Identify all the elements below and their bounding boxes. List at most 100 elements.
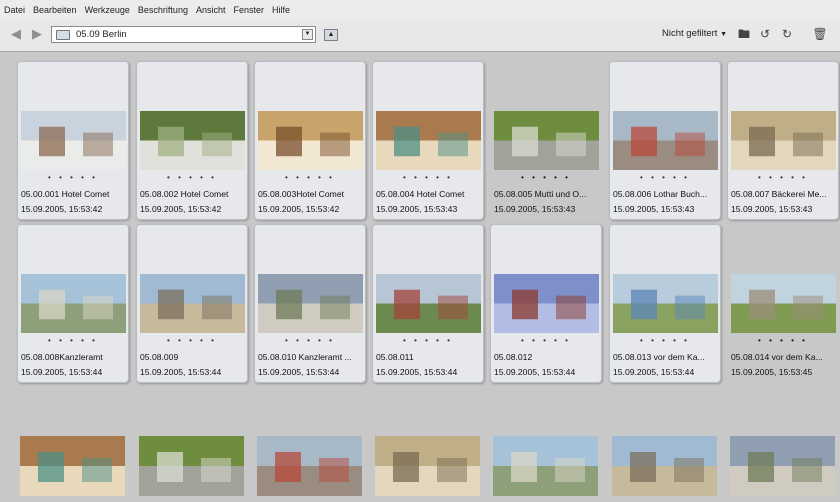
thumbnail-date: 15.09.2005, 15:53:42: [140, 204, 222, 214]
rating-dots[interactable]: • • • • •: [491, 336, 601, 345]
rating-dots[interactable]: • • • • •: [373, 336, 483, 345]
rotate-left-icon[interactable]: ↺: [757, 26, 773, 42]
rating-dots[interactable]: • • • • •: [610, 173, 720, 182]
thumbnail-date: 15.09.2005, 15:53:44: [21, 367, 103, 377]
thumbnail-title: 05.08.010 Kanzleramt ...: [258, 352, 352, 362]
photo-thumbnail[interactable]: [731, 111, 836, 170]
photo-thumbnail[interactable]: [376, 111, 481, 170]
thumbnail-card[interactable]: • • • • • 05.08.010 Kanzleramt ... 15.09.2…: [254, 224, 366, 383]
thumbnail-card[interactable]: • • • • • 05.08.002 Hotel Comet 15.09.2005…: [136, 61, 248, 220]
menu-bearbeiten[interactable]: Bearbeiten: [29, 5, 81, 15]
thumbnail-date: 15.09.2005, 15:53:44: [376, 367, 458, 377]
rating-dots[interactable]: • • • • •: [255, 336, 365, 345]
thumbnail-title: 05.08.007 Bäckerei Me...: [731, 189, 827, 199]
thumbnail-date: 15.09.2005, 15:53:44: [140, 367, 222, 377]
thumbnail-title: 05.08.004 Hotel Comet: [376, 189, 465, 199]
thumbnail-title: 05.08.012: [494, 352, 533, 362]
thumbnail-date: 15.09.2005, 15:53:43: [376, 204, 458, 214]
thumbnail-grid: • • • • • 05.00.001 Hotel Comet 15.09.2005…: [0, 52, 840, 502]
rating-dots[interactable]: • • • • •: [728, 336, 838, 345]
photo-thumbnail[interactable]: [21, 111, 126, 170]
rating-dots[interactable]: • • • • •: [610, 336, 720, 345]
menu-hilfe[interactable]: Hilfe: [268, 5, 294, 15]
thumbnail-date: 15.09.2005, 15:53:42: [21, 204, 103, 214]
thumbnail-title: 05.08.009: [140, 352, 179, 362]
trash-icon[interactable]: 🗑: [812, 26, 828, 42]
menu-ansicht[interactable]: Ansicht: [192, 5, 230, 15]
thumbnail-title: 05.08.005 Mutti und O...: [494, 189, 587, 199]
thumbnail-card[interactable]: • • • • • 05.08.011 15.09.2005, 15:53:44: [372, 224, 484, 383]
thumbnail-date: 15.09.2005, 15:53:43: [613, 204, 695, 214]
rating-dots[interactable]: • • • • •: [137, 336, 247, 345]
thumbnail-title: 05.00.001 Hotel Comet: [21, 189, 110, 199]
rating-dots[interactable]: • • • • •: [18, 336, 128, 345]
thumbnail-date: 15.09.2005, 15:53:45: [731, 367, 813, 377]
thumbnail-card[interactable]: • • • • • 05.08.013 vor dem Ka... 15.09.20…: [609, 224, 721, 383]
thumbnail-card[interactable]: • • • • • 05.08.009 15.09.2005, 15:53:44: [136, 224, 248, 383]
toolbar: ◀ ▶ 05.09 Berlin ▼ ▲ Nicht gefiltert ▼ 🖿…: [0, 20, 840, 52]
chevron-down-icon[interactable]: ▼: [302, 29, 313, 40]
thumbnail-date: 15.09.2005, 15:53:42: [258, 204, 340, 214]
new-folder-icon[interactable]: 🖿: [736, 26, 752, 42]
rating-dots[interactable]: • • • • •: [18, 173, 128, 182]
photo-thumbnail[interactable]: [731, 274, 836, 333]
menu-bar: Datei Bearbeiten Werkzeuge Beschriftung …: [0, 0, 840, 20]
photo-thumbnail[interactable]: [258, 274, 363, 333]
thumbnail-date: 15.09.2005, 15:53:43: [731, 204, 813, 214]
photo-thumbnail[interactable]: [258, 111, 363, 170]
thumbnail-card[interactable]: • • • • • 05.08.006 Lothar Buch... 15.09.2…: [609, 61, 721, 220]
photo-thumbnail[interactable]: [494, 274, 599, 333]
menu-datei[interactable]: Datei: [0, 5, 29, 15]
thumbnail-card[interactable]: • • • • • 05.08.007 Bäckerei Me... 15.09.2…: [727, 61, 839, 220]
rating-dots[interactable]: • • • • •: [373, 173, 483, 182]
folder-up-icon[interactable]: ▲: [324, 29, 338, 41]
photo-thumbnail[interactable]: [376, 274, 481, 333]
thumbnail-title: 05.08.008Kanzleramt: [21, 352, 103, 362]
thumbnail-title: 05.08.002 Hotel Comet: [140, 189, 229, 199]
thumbnail-date: 15.09.2005, 15:53:43: [494, 204, 576, 214]
chevron-down-icon: ▼: [720, 31, 728, 38]
rotate-right-icon[interactable]: ↻: [779, 26, 795, 42]
thumbnail-card[interactable]: • • • • • 05.08.005 Mutti und O... 15.09.2…: [490, 61, 602, 220]
rating-dots[interactable]: • • • • •: [255, 173, 365, 182]
photo-thumbnail[interactable]: [140, 111, 245, 170]
photo-thumbnail[interactable]: [494, 111, 599, 170]
photo-thumbnail[interactable]: [257, 436, 362, 496]
photo-thumbnail[interactable]: [375, 436, 480, 496]
thumbnail-title: 05.08.013 vor dem Ka...: [613, 352, 705, 362]
rating-dots[interactable]: • • • • •: [491, 173, 601, 182]
photo-thumbnail[interactable]: [612, 436, 717, 496]
thumbnail-date: 15.09.2005, 15:53:44: [494, 367, 576, 377]
photo-thumbnail[interactable]: [493, 436, 598, 496]
thumbnail-card[interactable]: • • • • • 05.08.012 15.09.2005, 15:53:44: [490, 224, 602, 383]
photo-thumbnail[interactable]: [613, 111, 718, 170]
thumbnail-title: 05.08.011: [376, 352, 414, 362]
thumbnail-title: 05.08.006 Lothar Buch...: [613, 189, 708, 199]
filter-dropdown[interactable]: Nicht gefiltert ▼: [662, 28, 727, 39]
thumbnail-card[interactable]: • • • • • 05.08.003Hotel Comet 15.09.2005,…: [254, 61, 366, 220]
forward-arrow-icon[interactable]: ▶: [30, 27, 44, 41]
menu-beschriftung[interactable]: Beschriftung: [134, 5, 192, 15]
thumbnail-title: 05.08.003Hotel Comet: [258, 189, 344, 199]
back-arrow-icon[interactable]: ◀: [9, 27, 23, 41]
photo-thumbnail[interactable]: [21, 274, 126, 333]
thumbnail-date: 15.09.2005, 15:53:44: [258, 367, 340, 377]
photo-thumbnail[interactable]: [613, 274, 718, 333]
thumbnail-card[interactable]: • • • • • 05.08.008Kanzleramt 15.09.2005, …: [17, 224, 129, 383]
photo-thumbnail[interactable]: [139, 436, 244, 496]
thumbnail-card[interactable]: • • • • • 05.08.014 vor dem Ka... 15.09.20…: [727, 224, 839, 383]
photo-thumbnail[interactable]: [730, 436, 835, 496]
path-value: 05.09 Berlin: [76, 29, 127, 40]
menu-werkzeuge[interactable]: Werkzeuge: [81, 5, 134, 15]
photo-thumbnail[interactable]: [140, 274, 245, 333]
folder-icon: [56, 30, 70, 40]
filter-label: Nicht gefiltert: [662, 28, 718, 39]
thumbnail-card[interactable]: • • • • • 05.08.004 Hotel Comet 15.09.2005…: [372, 61, 484, 220]
path-selector[interactable]: 05.09 Berlin ▼: [51, 26, 316, 43]
menu-fenster[interactable]: Fenster: [229, 5, 268, 15]
rating-dots[interactable]: • • • • •: [137, 173, 247, 182]
photo-thumbnail[interactable]: [20, 436, 125, 496]
rating-dots[interactable]: • • • • •: [728, 173, 838, 182]
thumbnail-card[interactable]: • • • • • 05.00.001 Hotel Comet 15.09.2005…: [17, 61, 129, 220]
thumbnail-date: 15.09.2005, 15:53:44: [613, 367, 695, 377]
